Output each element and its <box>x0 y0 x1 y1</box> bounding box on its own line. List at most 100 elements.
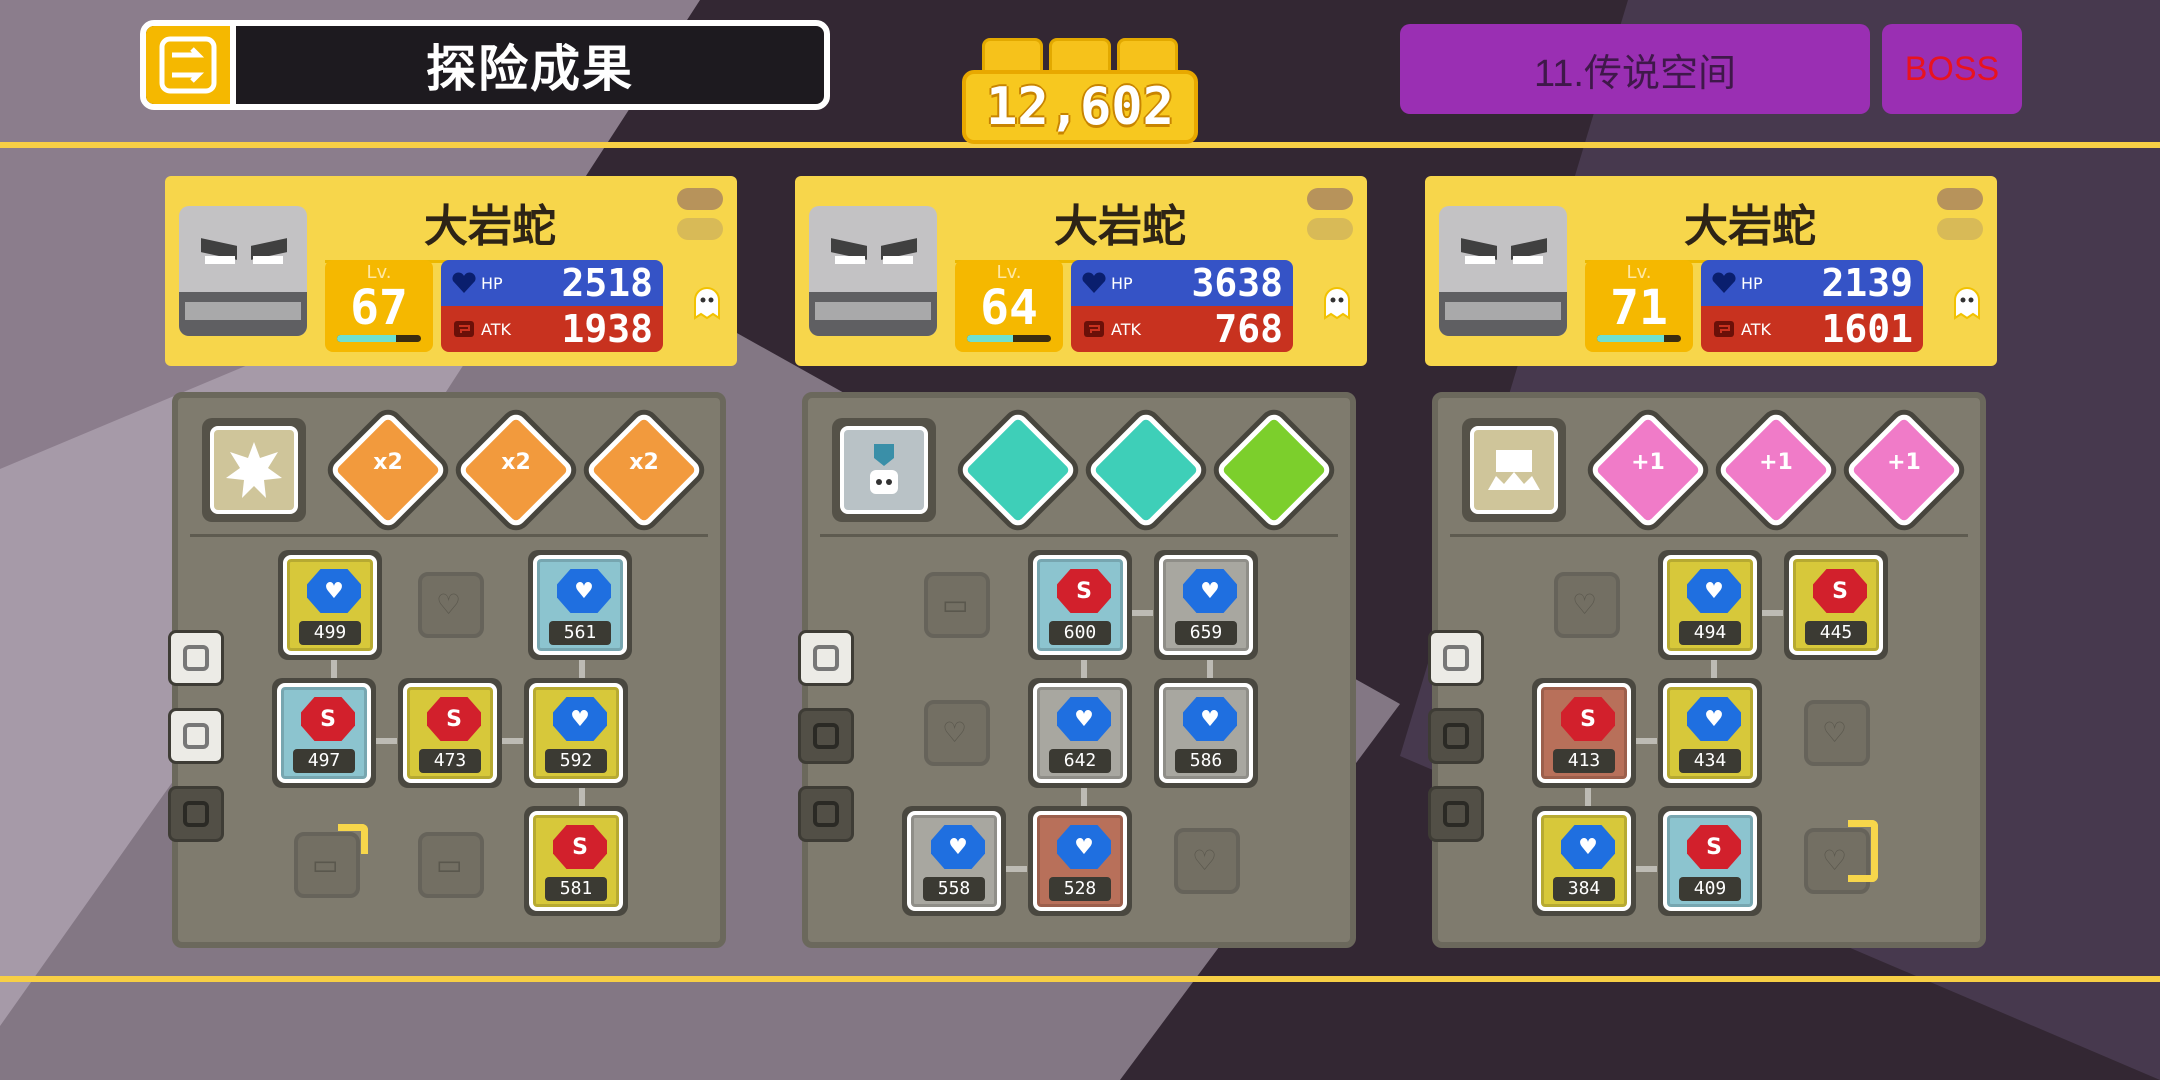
fist-stone-icon: S <box>553 825 607 869</box>
power-stone[interactable]: ♥ 561 <box>528 550 632 660</box>
empty-heart-slot[interactable]: ♡ <box>418 572 484 638</box>
power-stone[interactable]: ♥ 586 <box>1154 678 1258 788</box>
empty-fist-slot[interactable]: ▭ <box>418 832 484 898</box>
power-stone-board-1: x2 x2 x2 ♥ 499 ♡ ♥ 561 S 497 S 473 ♥ 592 ▭ ▭ … <box>168 392 726 948</box>
stone-link <box>1711 660 1717 680</box>
level-progress-bar <box>337 335 421 342</box>
double-attack-x2-icon[interactable]: x2 <box>456 410 576 530</box>
hp-label: HP <box>1111 273 1133 293</box>
swap-tab[interactable] <box>168 786 224 842</box>
swap-tab[interactable] <box>798 708 854 764</box>
power-stone[interactable]: S 581 <box>524 806 628 916</box>
swap-tab[interactable] <box>168 630 224 686</box>
power-stone[interactable]: S 473 <box>398 678 502 788</box>
boss-button[interactable]: BOSS <box>1882 24 2022 114</box>
empty-heart-slot[interactable]: ♡ <box>1554 572 1620 638</box>
power-stone-board-2: ▭ S 600 ♥ 659 ♡ ♥ 642 ♥ 586 ♥ 558 ♥ 528 ♡ <box>798 392 1356 948</box>
bingo-label: +1 <box>1887 450 1921 475</box>
monster-card-2[interactable]: 大岩蛇 Lv. 64 HP 3638 ATK 768 <box>795 176 1367 366</box>
coin-counter: 12,602 <box>962 38 1198 144</box>
power-stone[interactable]: S 445 <box>1784 550 1888 660</box>
level-value: 71 <box>1610 280 1668 336</box>
power-stone[interactable]: ♥ 642 <box>1028 678 1132 788</box>
green-defense-icon[interactable] <box>1214 410 1334 530</box>
onix-portrait <box>1439 206 1567 336</box>
hp-value: 3638 <box>1191 261 1283 305</box>
stone-value: 409 <box>1679 877 1741 901</box>
swap-tab[interactable] <box>1428 630 1484 686</box>
power-stone[interactable]: S 413 <box>1532 678 1636 788</box>
status-pill <box>1937 188 1983 210</box>
empty-heart-slot[interactable]: ♡ <box>1804 700 1870 766</box>
bingo-label: x2 <box>629 450 659 475</box>
power-stone[interactable]: ♥ 528 <box>1028 806 1132 916</box>
ghost-icon <box>1954 287 1980 320</box>
power-stone[interactable]: S 600 <box>1028 550 1132 660</box>
monster-card-1[interactable]: 大岩蛇 Lv. 67 HP 2518 ATK 1938 <box>165 176 737 366</box>
swap-tab[interactable] <box>168 708 224 764</box>
onix-portrait <box>179 206 307 336</box>
monster-card-3[interactable]: 大岩蛇 Lv. 71 HP 2139 ATK 1601 <box>1425 176 1997 366</box>
power-stone[interactable]: ♥ 558 <box>902 806 1006 916</box>
stone-value: 659 <box>1175 621 1237 645</box>
bb-swap-icon[interactable] <box>146 26 236 104</box>
stone-value: 581 <box>545 877 607 901</box>
atk-label: ATK <box>481 319 511 339</box>
pink-arrow-plus1-icon[interactable]: +1 <box>1716 410 1836 530</box>
stat-box: HP 2518 ATK 1938 <box>441 260 663 352</box>
double-attack-x2-icon[interactable]: x2 <box>328 410 448 530</box>
swap-tab[interactable] <box>798 630 854 686</box>
power-stone[interactable]: S 497 <box>272 678 376 788</box>
stone-value: 434 <box>1679 749 1741 773</box>
fist-stone-icon: S <box>1813 569 1867 613</box>
bingo-label: x2 <box>373 450 403 475</box>
stone-value: 384 <box>1553 877 1615 901</box>
stone-value: 497 <box>293 749 355 773</box>
spiky-burst-icon[interactable] <box>202 418 306 522</box>
stone-value: 642 <box>1049 749 1111 773</box>
empty-fist-slot[interactable]: ▭ <box>924 572 990 638</box>
empty-heart-slot[interactable]: ♡ <box>924 700 990 766</box>
shield-robot-icon[interactable] <box>832 418 936 522</box>
fist-icon <box>1084 321 1104 337</box>
power-stone[interactable]: ♥ 494 <box>1658 550 1762 660</box>
heart-icon <box>1712 272 1736 293</box>
fist-icon <box>1714 321 1734 337</box>
power-stone[interactable]: ♥ 659 <box>1154 550 1258 660</box>
board-divider <box>820 534 1338 537</box>
stone-value: 473 <box>419 749 481 773</box>
power-stone[interactable]: ♥ 499 <box>278 550 382 660</box>
power-stone[interactable]: ♥ 434 <box>1658 678 1762 788</box>
board-divider <box>190 534 708 537</box>
power-stone[interactable]: ♥ 592 <box>524 678 628 788</box>
swap-tab[interactable] <box>1428 786 1484 842</box>
stone-value: 558 <box>923 877 985 901</box>
stone-value: 561 <box>549 621 611 645</box>
coin-count: 12,602 <box>962 70 1198 144</box>
swap-tab[interactable] <box>1428 708 1484 764</box>
title-bar: 探险成果 <box>140 20 830 110</box>
level-value: 67 <box>350 280 408 336</box>
heart-stone-icon: ♥ <box>1561 825 1615 869</box>
empty-heart-slot[interactable]: ♡ <box>1174 828 1240 894</box>
power-stone[interactable]: ♥ 384 <box>1532 806 1636 916</box>
hp-label: HP <box>481 273 503 293</box>
double-attack-x2-icon[interactable]: x2 <box>584 410 704 530</box>
block-burst-icon[interactable] <box>1462 418 1566 522</box>
status-pill <box>1937 218 1983 240</box>
stage-button[interactable]: 11.传说空间 <box>1400 24 1870 114</box>
teal-defense-icon[interactable] <box>1086 410 1206 530</box>
stone-link <box>579 660 585 680</box>
fist-icon <box>454 321 474 337</box>
stone-value: 445 <box>1805 621 1867 645</box>
pink-arrow-plus1-icon[interactable]: +1 <box>1844 410 1964 530</box>
page-title: 探险成果 <box>426 40 634 98</box>
power-stone[interactable]: S 409 <box>1658 806 1762 916</box>
swap-tab[interactable] <box>798 786 854 842</box>
pink-arrow-plus1-icon[interactable]: +1 <box>1588 410 1708 530</box>
status-pill <box>1307 218 1353 240</box>
stone-value: 499 <box>299 621 361 645</box>
onix-portrait <box>809 206 937 336</box>
teal-defense-icon[interactable] <box>958 410 1078 530</box>
monster-name: 大岩蛇 <box>1585 190 1915 263</box>
